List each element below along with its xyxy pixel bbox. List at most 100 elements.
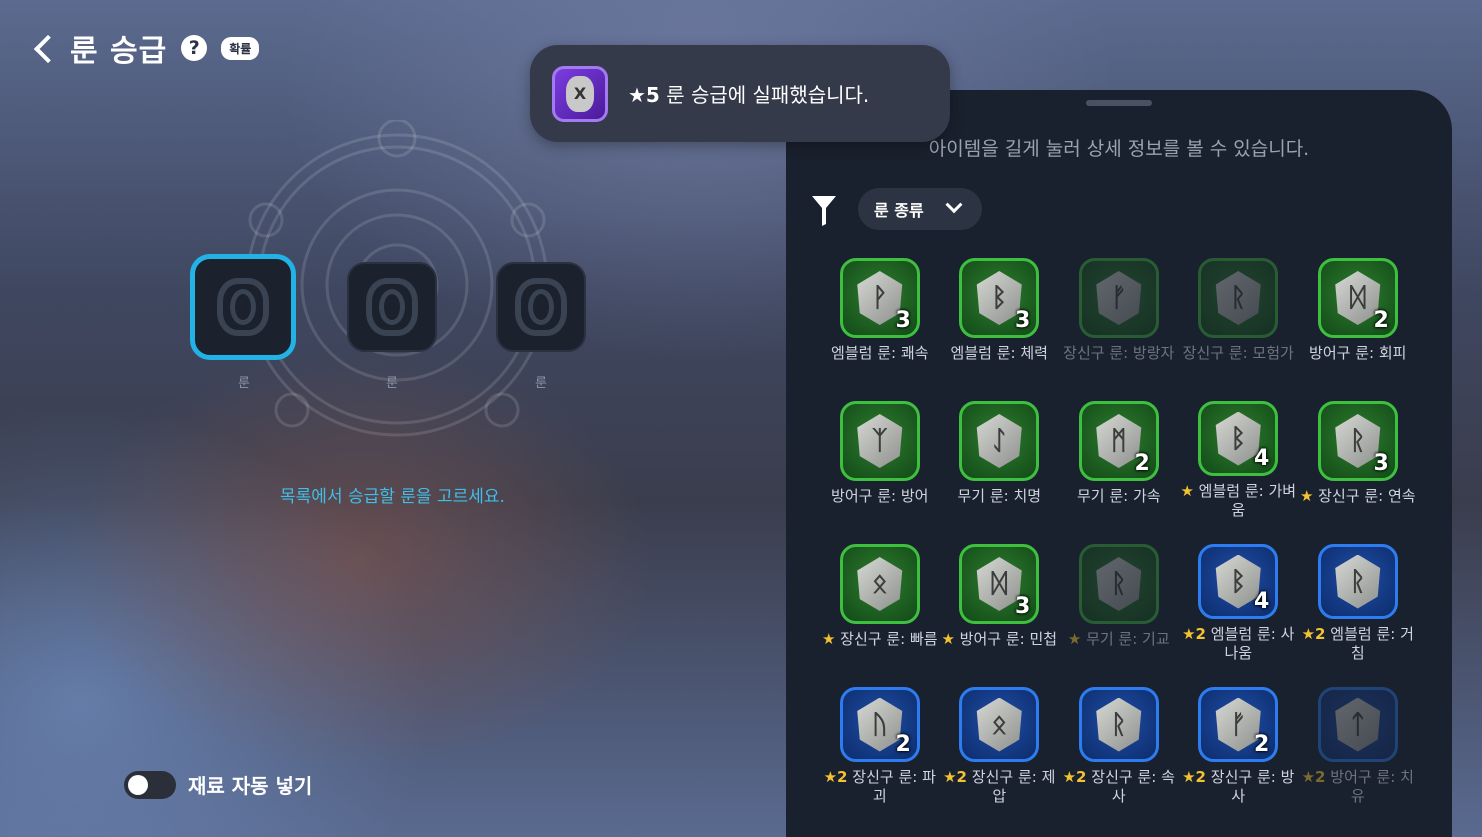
rune-stone-icon: ᚱ — [1215, 271, 1261, 325]
rune-tile: ᛞ3 — [959, 544, 1040, 624]
rune-name: 무기 룬: 가속 — [1060, 487, 1178, 506]
rune-name: ★ 무기 룬: 기교 — [1060, 630, 1178, 649]
rune-stone-icon: ᚱ — [1096, 557, 1142, 611]
rune-name: ★2 장신구 룬: 방사 — [1179, 768, 1297, 806]
rune-item[interactable]: ᛟ ★ 장신구 룬: 빠름 — [820, 544, 940, 663]
rune-name-text: 장신구 룬: 연속 — [1318, 487, 1416, 505]
rune-item[interactable]: ᛗ 2 무기 룬: 가속 — [1059, 401, 1179, 520]
upgrade-slot-2[interactable] — [347, 262, 437, 352]
rune-item[interactable]: ᚱ 3 ★ 장신구 룬: 연속 — [1298, 401, 1418, 520]
probability-button[interactable]: 확률 — [221, 36, 260, 60]
rune-name-text: 장신구 룬: 제압 — [971, 768, 1056, 805]
drag-handle[interactable] — [1086, 100, 1152, 106]
rune-name-text: 방어구 룬: 방어 — [831, 487, 929, 505]
rune-item[interactable]: ᛒ 4 ★ 엠블럼 룬: 가벼움 — [1179, 401, 1299, 520]
rune-name: 엠블럼 룬: 체력 — [940, 344, 1058, 363]
rune-item[interactable]: ᛞ 3 ★ 방어구 룬: 민첩 — [940, 544, 1060, 663]
rune-count: 3 — [1014, 308, 1031, 333]
rune-tile: ᛟ — [959, 687, 1040, 762]
page-title: 룬 승급 — [70, 34, 168, 69]
rune-tile: ᛉ — [839, 401, 920, 481]
rune-item[interactable]: ᚠ 2 ★2 장신구 룬: 방사 — [1179, 687, 1299, 806]
rune-item[interactable]: ᛞ 2 방어구 룬: 회피 — [1298, 258, 1418, 377]
rune-tile: ᛟ — [839, 544, 920, 624]
rune-name: ★2 엠블럼 룬: 사나움 — [1179, 625, 1297, 663]
rune-tile: ᚹ3 — [839, 258, 920, 338]
rune-count: 2 — [1134, 451, 1150, 476]
rune-name: 무기 룬: 치명 — [940, 487, 1058, 506]
upgrade-slot-1[interactable] — [190, 254, 296, 360]
rune-tile: ᚱ — [1078, 544, 1159, 624]
toast-text: 룬 승급에 실패했습니다. — [659, 83, 870, 107]
rune-count: 3 — [1373, 451, 1389, 476]
rune-name: ★2 장신구 룬: 제압 — [940, 768, 1058, 806]
upgrade-slot-3[interactable] — [496, 262, 586, 352]
rune-star: ★ — [1180, 482, 1194, 500]
slot-label: 룬 — [238, 376, 250, 391]
rune-item[interactable]: ᚱ ★ 무기 룬: 기교 — [1059, 544, 1179, 663]
rune-tile: ᚱ3 — [1317, 401, 1398, 481]
rune-tile: ᛗ2 — [1078, 401, 1159, 481]
rune-star: ★2 — [943, 768, 967, 786]
rune-name-text: 무기 룬: 기교 — [1086, 630, 1170, 648]
rune-count: 4 — [1253, 446, 1270, 471]
rune-star: ★ — [1299, 487, 1314, 505]
rune-name: 장신구 룬: 방랑자 — [1060, 344, 1178, 363]
rune-stone-icon: ᛇ — [976, 414, 1022, 468]
rune-stone-icon: ᛟ — [857, 557, 903, 611]
rune-star: ★2 — [823, 768, 848, 786]
rune-item[interactable]: ᚱ ★2 장신구 룬: 속사 — [1059, 687, 1179, 806]
rune-item[interactable]: ᛟ ★2 장신구 룬: 제압 — [940, 687, 1060, 806]
rune-item[interactable]: ᛒ 3 엠블럼 룬: 체력 — [940, 258, 1060, 377]
back-icon[interactable] — [30, 31, 56, 65]
filter-icon[interactable] — [812, 196, 836, 226]
rune-name: ★2 장신구 룬: 속사 — [1060, 768, 1178, 806]
auto-fill-toggle[interactable] — [124, 770, 176, 799]
rune-name-text: 방어구 룬: 회피 — [1309, 344, 1407, 362]
rune-name-text: 무기 룬: 가속 — [1076, 487, 1161, 505]
rune-count: 3 — [895, 308, 911, 333]
rune-item[interactable]: ᛇ 무기 룬: 치명 — [940, 401, 1060, 520]
rune-item[interactable]: ᚹ 3 엠블럼 룬: 쾌속 — [820, 258, 940, 377]
rune-name-text: 장신구 룬: 모험가 — [1182, 344, 1294, 362]
slot-label: 룬 — [386, 376, 398, 391]
toast-message: ★5 룬 승급에 실패했습니다. — [628, 79, 869, 108]
help-icon[interactable]: ? — [181, 35, 208, 61]
empty-rune-icon — [366, 278, 418, 336]
rune-tile: ᚱ — [1198, 258, 1279, 338]
rune-count: 3 — [1014, 594, 1031, 619]
dropdown-label: 룬 종류 — [874, 201, 924, 220]
rune-name: ★ 엠블럼 룬: 가벼움 — [1179, 482, 1297, 520]
rune-stone-icon: ᚠ — [1096, 271, 1142, 325]
rune-name: 방어구 룬: 회피 — [1299, 344, 1417, 363]
rune-type-dropdown[interactable]: 룬 종류 — [858, 188, 982, 230]
rune-item[interactable]: ᚱ ★2 엠블럼 룬: 거침 — [1298, 544, 1418, 663]
rune-star: ★ — [941, 630, 955, 648]
rune-count: 2 — [1253, 732, 1270, 757]
rune-name: 엠블럼 룬: 쾌속 — [821, 344, 939, 363]
choose-hint: 목록에서 승급할 룬을 고르세요. — [280, 487, 505, 507]
rune-name: ★2 장신구 룬: 파괴 — [821, 768, 939, 806]
failure-toast: X ★5 룬 승급에 실패했습니다. — [530, 45, 950, 142]
rune-tile: ᛒ3 — [959, 258, 1040, 338]
rune-item[interactable]: ᚱ 장신구 룬: 모험가 — [1179, 258, 1299, 377]
rune-item[interactable]: ᚠ 장신구 룬: 방랑자 — [1059, 258, 1179, 377]
rune-list-panel: 아이템을 길게 눌러 상세 정보를 볼 수 있습니다. 룬 종류 ᚹ 3 엠블럼 룬… — [786, 90, 1452, 837]
rune-count: 2 — [895, 732, 911, 757]
rune-tile: ᛇ — [959, 401, 1040, 481]
rune-stone-icon: ᛉ — [857, 414, 903, 468]
rune-star: ★2 — [1182, 625, 1206, 643]
rune-name-text: 방어구 룬: 치유 — [1330, 768, 1414, 805]
rune-item[interactable]: ᛏ ★2 방어구 룬: 치유 — [1298, 687, 1418, 806]
rune-name: ★ 방어구 룬: 민첩 — [940, 630, 1058, 649]
rune-item[interactable]: ᛉ 방어구 룬: 방어 — [820, 401, 940, 520]
rune-tile: ᚠ — [1078, 258, 1159, 338]
rune-grid: ᚹ 3 엠블럼 룬: 쾌속 ᛒ 3 엠블럼 룬: 체력 ᚠ 장신구 룬: 방랑자 ᚱ 장신구 룬:… — [820, 258, 1418, 806]
toast-star: ★5 — [628, 83, 660, 107]
rune-tile: ᚱ — [1078, 687, 1159, 762]
rune-item[interactable]: ᛒ 4 ★2 엠블럼 룬: 사나움 — [1179, 544, 1299, 663]
rune-name-text: 장신구 룬: 방사 — [1210, 768, 1295, 805]
rune-item[interactable]: ᚢ 2 ★2 장신구 룬: 파괴 — [820, 687, 940, 806]
rune-stone-icon: ᚱ — [1335, 554, 1381, 609]
rune-star: ★2 — [1182, 768, 1206, 786]
